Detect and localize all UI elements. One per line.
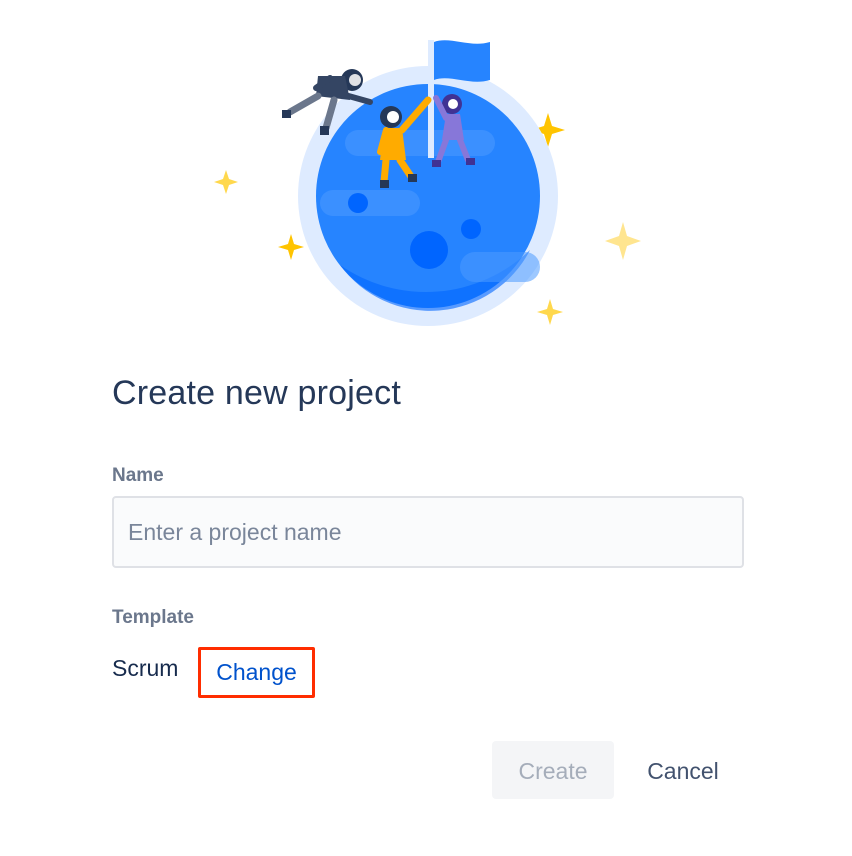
planet-stripe	[345, 130, 495, 156]
sparkle-icon	[605, 222, 641, 260]
sparkle-icon	[537, 299, 563, 325]
crater	[348, 193, 368, 213]
planet-stripe	[460, 252, 540, 282]
change-template-link[interactable]: Change	[198, 647, 315, 698]
planet-stripe	[320, 190, 420, 216]
crater	[461, 219, 481, 239]
page-title: Create new project	[112, 374, 401, 412]
cancel-button[interactable]: Cancel	[630, 741, 736, 799]
create-button[interactable]: Create	[492, 741, 614, 799]
template-value: Scrum	[112, 655, 179, 681]
astronauts-planet-illustration	[214, 40, 641, 326]
project-name-input[interactable]	[112, 496, 744, 568]
sparkle-icon	[214, 170, 238, 194]
template-label: Template	[112, 607, 195, 628]
sparkle-icon	[278, 234, 304, 260]
crater	[410, 231, 448, 269]
name-label: Name	[112, 465, 164, 486]
